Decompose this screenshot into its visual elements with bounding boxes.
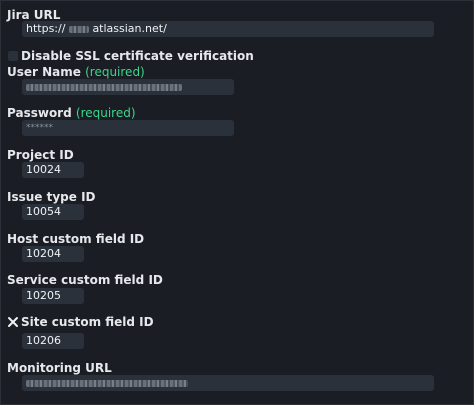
host-custom-field-id-input[interactable]: 10204 xyxy=(22,246,84,262)
project-id-input[interactable]: 10024 xyxy=(22,162,84,178)
jira-url-input[interactable]: https:// atlassian.net/ xyxy=(22,21,434,37)
user-name-label: User Name (required) xyxy=(7,65,145,79)
project-id-label: Project ID xyxy=(7,148,74,162)
password-label-text: Password xyxy=(7,106,72,120)
close-icon[interactable] xyxy=(7,316,19,328)
site-custom-field-id-input[interactable]: 10206 xyxy=(22,333,84,349)
user-name-label-text: User Name xyxy=(7,65,81,79)
disable-ssl-checkbox[interactable] xyxy=(8,51,18,61)
issue-type-id-input[interactable]: 10054 xyxy=(22,204,84,220)
jira-url-prefix: https:// xyxy=(26,22,66,35)
jira-url-suffix: atlassian.net/ xyxy=(92,22,167,35)
redacted-monitoring-url xyxy=(26,379,188,387)
issue-type-id-label: Issue type ID xyxy=(7,190,96,204)
password-label: Password (required) xyxy=(7,106,136,120)
host-custom-field-id-label: Host custom field ID xyxy=(7,232,145,246)
service-custom-field-id-label: Service custom field ID xyxy=(7,273,163,287)
jira-url-label: Jira URL xyxy=(7,8,61,22)
user-name-required: (required) xyxy=(85,65,145,79)
service-custom-field-id-input[interactable]: 10205 xyxy=(22,288,84,304)
password-input[interactable]: ****** xyxy=(22,120,234,136)
user-name-input[interactable] xyxy=(22,79,234,95)
site-custom-field-id-label: Site custom field ID xyxy=(21,315,154,329)
redacted-user-name xyxy=(26,83,182,91)
password-mask: ****** xyxy=(26,123,53,133)
monitoring-url-label: Monitoring URL xyxy=(7,361,112,375)
disable-ssl-label: Disable SSL certificate verification xyxy=(21,49,254,63)
redacted-subdomain xyxy=(68,25,89,33)
password-required: (required) xyxy=(75,106,136,120)
monitoring-url-input[interactable] xyxy=(22,375,434,391)
